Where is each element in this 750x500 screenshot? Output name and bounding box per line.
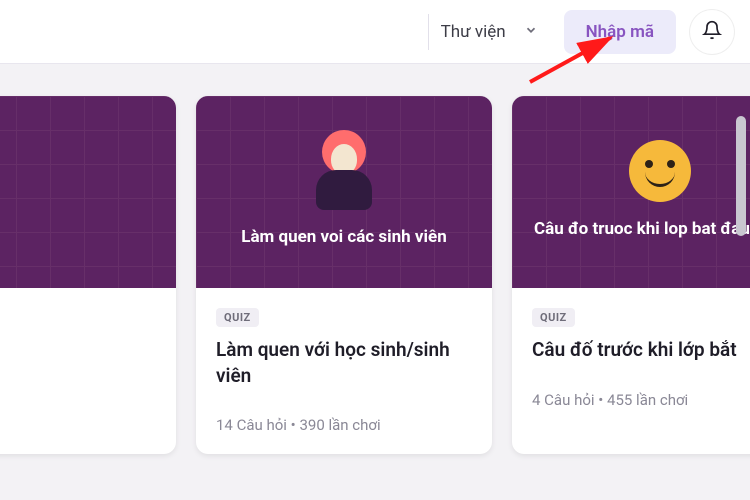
enter-code-button[interactable]: Nhập mã (564, 10, 676, 54)
card-thumbnail: Câu đo truoc khi lop bat đau (512, 96, 750, 288)
notifications-button[interactable] (690, 10, 734, 54)
type-badge: QUIZ (532, 308, 575, 327)
library-dropdown[interactable]: Thư viện (428, 14, 550, 50)
card-thumbnail: sai (0, 96, 176, 288)
quiz-card[interactable]: Câu đo truoc khi lop bat đau QUIZ Câu đố… (512, 96, 750, 454)
card-meta: 4 Câu hỏi • 455 lần chơi (532, 391, 750, 409)
card-body: QUIZ Câu đố trước khi lớp bắt 4 Câu hỏi … (512, 288, 750, 429)
quiz-card[interactable]: sai 10i (0, 96, 176, 454)
avatar-icon (316, 146, 372, 210)
bell-icon (702, 20, 722, 44)
chevron-down-icon (524, 22, 538, 42)
topbar: Thư viện Nhập mã (0, 0, 750, 64)
card-body: 10i (0, 288, 176, 372)
card-row: sai 10i Làm quen voi các sinh viên QUIZ … (0, 64, 750, 454)
type-badge: QUIZ (216, 308, 259, 327)
enter-code-label: Nhập mã (586, 22, 654, 42)
smiley-icon (629, 154, 691, 202)
thumb-title: sai (0, 172, 176, 212)
card-body: QUIZ Làm quen với học sinh/sinh viên 14 … (196, 288, 492, 454)
scrollbar-thumb[interactable] (736, 116, 746, 236)
card-thumbnail: Làm quen voi các sinh viên (196, 96, 492, 288)
library-label: Thư viện (441, 22, 506, 42)
card-meta: 14 Câu hỏi • 390 lần chơi (216, 416, 472, 434)
thumb-title: Câu đo truoc khi lop bat đau (512, 218, 750, 241)
thumb-title: Làm quen voi các sinh viên (219, 226, 468, 249)
card-title: Câu đố trước khi lớp bắt (532, 337, 750, 363)
card-title: Làm quen với học sinh/sinh viên (216, 337, 472, 388)
card-meta: 10i (0, 334, 156, 352)
quiz-card[interactable]: Làm quen voi các sinh viên QUIZ Làm quen… (196, 96, 492, 454)
